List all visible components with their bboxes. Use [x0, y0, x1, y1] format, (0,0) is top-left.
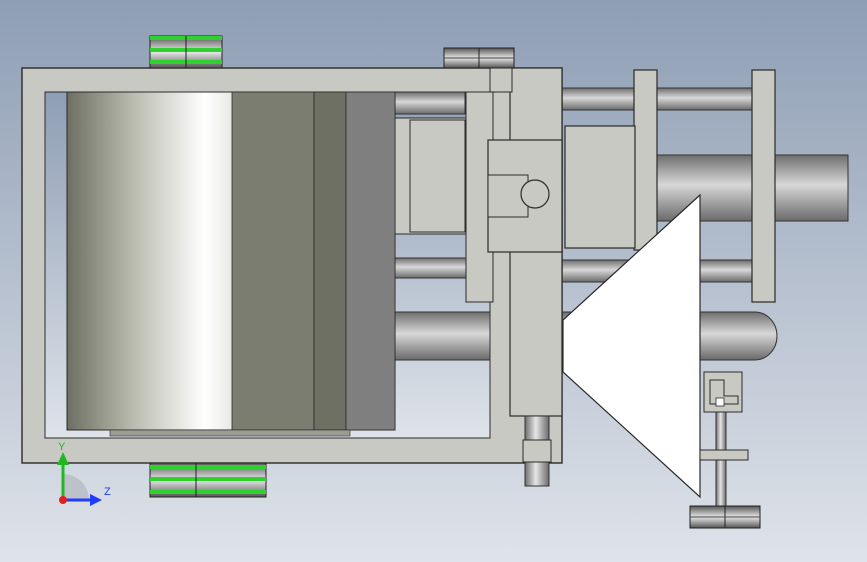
- cad-viewport[interactable]: Y Z: [0, 0, 867, 562]
- pulley-bottom-left: [149, 462, 267, 498]
- pulley-top-center: [443, 47, 515, 69]
- drum-roller: [66, 91, 396, 437]
- pulley-top-left: [149, 35, 223, 69]
- z-axis-label: Z: [104, 486, 111, 498]
- pulley-bottom-right: [689, 505, 761, 529]
- y-axis-label: Y: [58, 441, 66, 453]
- cad-model-view[interactable]: [0, 0, 867, 562]
- origin-dot: [59, 496, 67, 504]
